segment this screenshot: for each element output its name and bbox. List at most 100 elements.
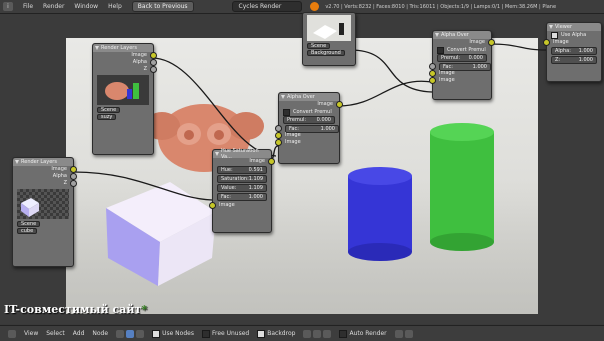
snap-icon[interactable]	[404, 329, 413, 338]
saturation-field[interactable]: Saturation: 1.109	[217, 175, 267, 183]
input-image-label-2: Image	[285, 139, 301, 145]
hue-field[interactable]: Hue: 0.591	[217, 166, 267, 174]
output-alpha-label: Alpha	[132, 59, 147, 65]
input-image-socket-1[interactable]	[275, 132, 282, 139]
z-field[interactable]: Z: 1.000	[551, 56, 597, 64]
input-image-socket[interactable]	[209, 202, 216, 209]
channel-rgba-icon[interactable]	[313, 329, 322, 338]
output-image-socket[interactable]	[268, 158, 275, 165]
alpha-over-node-middle[interactable]: Alpha Over Image Convert Premul Premul: 0…	[275, 92, 343, 164]
backdrop-label: Backdrop	[267, 330, 296, 337]
backdrop-checkbox[interactable]	[257, 329, 266, 338]
watermark-star: *	[141, 303, 148, 316]
output-z-socket[interactable]	[150, 66, 157, 73]
output-image-socket[interactable]	[336, 101, 343, 108]
fac-field[interactable]: Fac: 1.000	[217, 193, 267, 201]
blender-logo-icon	[310, 2, 320, 11]
field-label: Hue:	[221, 167, 233, 173]
field-value: 1.109	[248, 176, 264, 182]
node-title[interactable]: Hue Saturation Va...	[213, 148, 271, 160]
use-nodes-checkbox[interactable]	[152, 329, 161, 338]
menu-select[interactable]: Select	[46, 330, 65, 337]
checkbox-label: Use Alpha	[561, 32, 587, 38]
output-z-label: Z	[63, 180, 67, 186]
convert-premul-checkbox[interactable]: Convert Premul	[283, 108, 335, 116]
channel-alpha-icon[interactable]	[323, 329, 332, 338]
node-editor-canvas[interactable]: Render Layers Image Alpha Z Scene suzy R…	[0, 12, 604, 324]
render-layers-node-cube[interactable]: Render Layers Image Alpha Z Scene cube	[12, 157, 77, 267]
node-title[interactable]: Viewer	[547, 23, 601, 31]
back-to-previous-button[interactable]: Back to Previous	[131, 1, 194, 12]
alpha-over-node-right[interactable]: Alpha Over Image Convert Premul Premul: 0…	[429, 30, 495, 100]
output-image-socket[interactable]	[70, 166, 77, 173]
output-z-socket[interactable]	[70, 180, 77, 187]
value-field[interactable]: Value: 1.109	[217, 184, 267, 192]
menu-help[interactable]: Help	[108, 3, 122, 10]
output-alpha-socket[interactable]	[70, 173, 77, 180]
scene-select[interactable]: Scene	[97, 107, 121, 113]
scene-select[interactable]: Scene	[17, 221, 41, 227]
field-label: Premul:	[287, 117, 307, 123]
backdrop-toggle[interactable]: Backdrop	[257, 329, 296, 338]
use-alpha-checkbox[interactable]: Use Alpha	[551, 31, 597, 39]
field-value: 1.000	[578, 48, 593, 54]
convert-premul-checkbox[interactable]: Convert Premul	[437, 46, 487, 54]
scene-select[interactable]: Scene	[307, 43, 331, 49]
shader-nodes-icon[interactable]	[116, 329, 125, 338]
free-unused-toggle[interactable]: Free Unused	[201, 329, 250, 338]
checkbox-box[interactable]	[283, 108, 290, 116]
editor-type-icon[interactable]: i	[3, 2, 13, 11]
checkbox-label: Convert Premul	[447, 47, 486, 53]
free-unused-checkbox[interactable]	[201, 329, 210, 338]
auto-render-checkbox[interactable]	[339, 329, 348, 338]
use-nodes-toggle[interactable]: Use Nodes	[152, 329, 194, 338]
viewer-node[interactable]: Viewer Use Alpha Image Alpha: 1.000 Z: 1.0…	[543, 22, 602, 82]
field-value: 0.591	[248, 167, 263, 173]
field-value: 1.000	[248, 194, 263, 200]
node-title[interactable]: Alpha Over	[279, 93, 339, 101]
hue-saturation-value-node[interactable]: Hue Saturation Va... Image Hue: 0.591 Sat…	[209, 148, 275, 233]
input-image-socket[interactable]	[543, 39, 550, 46]
output-image-socket[interactable]	[150, 52, 157, 59]
alpha-field[interactable]: Alpha: 1.000	[551, 47, 597, 55]
menu-window[interactable]: Window	[74, 3, 98, 10]
input-image-socket-2[interactable]	[429, 77, 436, 84]
use-nodes-label: Use Nodes	[162, 330, 194, 337]
auto-render-toggle[interactable]: Auto Render	[339, 329, 387, 338]
compositing-nodes-icon[interactable]	[126, 329, 135, 338]
premul-field[interactable]: Premul: 0.000	[283, 116, 335, 124]
render-layers-node-background[interactable]: Scene Background	[302, 12, 356, 66]
input-fac-socket[interactable]	[275, 125, 282, 132]
input-fac-socket[interactable]	[429, 63, 436, 70]
field-label: Saturation:	[221, 176, 249, 182]
render-layers-node-suzy[interactable]: Render Layers Image Alpha Z Scene suzy	[92, 43, 157, 155]
menu-file[interactable]: File	[23, 3, 33, 10]
node-title[interactable]: Alpha Over	[433, 31, 491, 39]
input-image-socket-1[interactable]	[429, 70, 436, 77]
output-alpha-label: Alpha	[52, 173, 67, 179]
input-image-socket-2[interactable]	[275, 139, 282, 146]
checkbox-box[interactable]	[437, 46, 444, 54]
field-label: Premul:	[441, 55, 461, 61]
menu-view[interactable]: View	[24, 330, 38, 337]
free-unused-label: Free Unused	[211, 330, 250, 337]
layer-select[interactable]: suzy	[97, 114, 117, 120]
premul-field[interactable]: Premul: 0.000	[437, 54, 487, 62]
main-menu: File Render Window Help	[23, 3, 122, 10]
node-title[interactable]: Render Layers	[93, 44, 153, 52]
layer-select[interactable]: Background	[307, 50, 345, 56]
menu-add[interactable]: Add	[73, 330, 85, 337]
menu-node[interactable]: Node	[92, 330, 108, 337]
layer-select[interactable]: cube	[17, 228, 38, 234]
output-image-socket[interactable]	[488, 39, 495, 46]
render-engine-select[interactable]: Cycles Render	[231, 1, 303, 12]
texture-nodes-icon[interactable]	[136, 329, 145, 338]
field-label: Alpha:	[555, 48, 571, 54]
channel-rgb-icon[interactable]	[303, 329, 312, 338]
output-alpha-socket[interactable]	[150, 59, 157, 66]
editor-type-icon[interactable]	[8, 329, 16, 338]
checkbox-box[interactable]	[551, 31, 558, 39]
pin-icon[interactable]	[394, 329, 403, 338]
menu-render[interactable]: Render	[43, 3, 64, 10]
node-title[interactable]: Render Layers	[13, 158, 73, 166]
